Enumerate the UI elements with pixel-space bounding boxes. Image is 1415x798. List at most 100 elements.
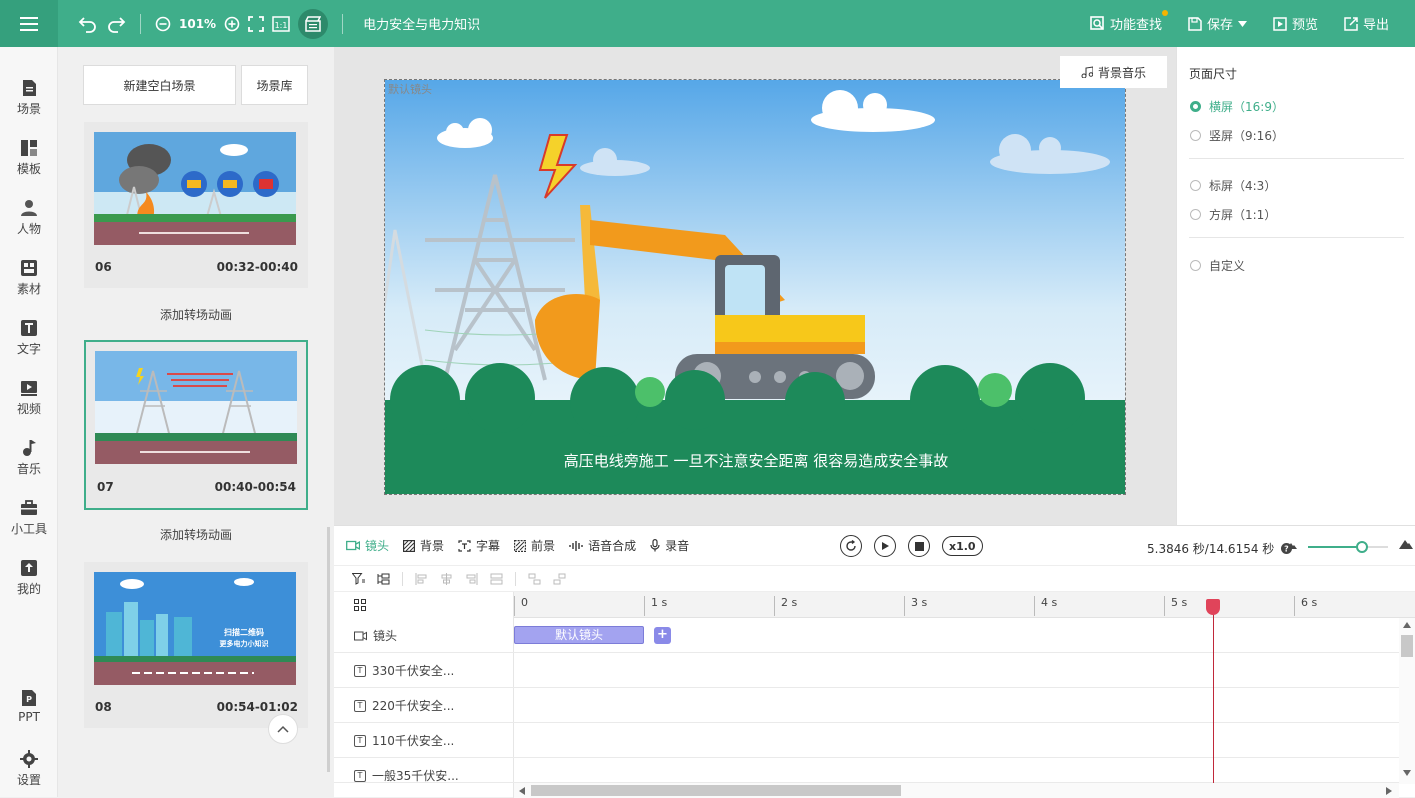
replay-button[interactable] [840,535,862,557]
scene-card-06[interactable]: 06 00:32-00:40 [84,122,308,288]
tab-voice-synthesis[interactable]: 语音合成 [569,537,636,554]
track-label: T 220千伏安全... [354,697,454,714]
scene-time-range: 00:54-01:02 [216,700,298,714]
scroll-up-arrow-icon[interactable] [1403,622,1411,628]
menu-button[interactable] [0,0,58,47]
layers-icon[interactable] [377,573,390,585]
scroll-right-arrow-icon[interactable] [1386,787,1392,795]
zoom-out-button[interactable] [155,16,171,32]
scene-library-button[interactable]: 场景库 [241,65,308,105]
zoom-in-mountain-icon[interactable] [1399,539,1413,549]
background-music-button[interactable]: 背景音乐 [1060,56,1167,88]
tab-camera[interactable]: 镜头 [346,537,389,554]
save-button[interactable]: 保存 [1188,14,1247,33]
playhead-handle[interactable] [1206,599,1220,615]
track-settings-icon[interactable] [354,599,366,611]
background-music-label: 背景音乐 [1097,65,1146,80]
preview-icon [1273,16,1287,31]
lens-clip[interactable]: 默认镜头 [514,626,644,644]
page-size-option-1-1[interactable]: 方屏（1:1） [1190,206,1276,223]
zoom-in-button[interactable] [224,16,240,32]
default-lens-label: 默认镜头 [388,83,432,96]
scrollbar-thumb[interactable] [1401,635,1413,657]
scene-card-07[interactable]: 07 00:40-00:54 [84,340,308,510]
nav-scene[interactable]: 场景 [0,79,58,117]
track-row-camera[interactable]: 镜头 默认镜头 + [334,618,1399,653]
scroll-left-arrow-icon[interactable] [519,787,525,795]
track-row-text[interactable]: T 220千伏安全... [334,688,1399,723]
track-row-text[interactable]: T 330千伏安全... [334,653,1399,688]
track-name: 110千伏安全... [372,734,455,748]
nav-music[interactable]: 音乐 [0,439,58,477]
timeline-vertical-scrollbar[interactable] [1399,618,1415,784]
ruler-tick: 1 s [644,596,667,616]
nav-text[interactable]: 文字 [0,319,58,357]
redo-button[interactable] [106,15,126,33]
preview-button[interactable]: 预览 [1273,14,1318,33]
nav-label: 素材 [16,282,41,296]
tab-subtitle[interactable]: 字幕 [458,537,500,554]
stop-button[interactable] [908,535,930,557]
actual-size-button[interactable]: 1:1 [272,15,290,32]
redo-icon [108,16,126,33]
page-size-option-9-16[interactable]: 竖屏（9:16） [1190,127,1284,144]
undo-button[interactable] [78,15,98,33]
export-button[interactable]: 导出 [1344,14,1389,33]
zoom-out-icon [155,16,171,31]
scroll-up-button[interactable] [268,714,298,744]
align-center-icon[interactable] [440,572,453,585]
clapperboard-button[interactable] [298,8,329,39]
fullscreen-button[interactable] [248,15,264,32]
scene-caption[interactable]: 高压电线旁施工 一旦不注意安全距离 很容易造成安全事故 [385,450,1125,471]
nav-material[interactable]: 素材 [0,259,58,297]
zoom-slider-handle[interactable] [1356,541,1368,553]
new-blank-scene-button[interactable]: 新建空白场景 [83,65,236,105]
scroll-down-arrow-icon[interactable] [1403,770,1411,776]
add-lens-button[interactable]: + [654,627,671,644]
thumb-title-2: 更多电力小知识 [220,639,269,648]
zoom-out-mountain-icon[interactable] [1287,542,1297,549]
time-ruler[interactable]: 0 1 s 2 s 3 s 4 s 5 s 6 s [514,592,1415,618]
feature-search-button[interactable]: 功能查找 [1090,10,1168,33]
align-left-icon[interactable] [415,572,428,585]
play-button[interactable] [874,535,896,557]
timeline-horizontal-scrollbar[interactable] [514,783,1399,798]
add-transition-link[interactable]: 添加转场动画 [84,306,308,323]
tab-recording[interactable]: 录音 [650,537,689,554]
nav-ppt[interactable]: P PPT [0,689,58,724]
distribute-icon[interactable] [490,573,503,585]
nav-video[interactable]: 视频 [0,379,58,417]
radio-circle [1190,130,1201,141]
timeline-toolbar [334,566,1415,592]
nav-label: 场景 [16,102,41,116]
nav-mine[interactable]: 我的 [0,559,58,597]
scene-panel-scrollbar[interactable] [327,527,330,772]
timeline-panel: 镜头 背景 字幕 前景 语音合成 录音 x1.0 5.3846 秒/14.615… [334,525,1415,798]
document-title[interactable]: 电力安全与电力知识 [363,14,480,33]
group-icon[interactable] [528,573,541,585]
track-row-text[interactable]: T 一般35千伏安... [334,758,1399,783]
scene-card-08[interactable]: 扫描二维码 更多电力小知识 08 00:54-01:02 [84,562,308,728]
filter-icon[interactable] [352,572,365,585]
tab-background[interactable]: 背景 [403,537,444,554]
scrollbar-thumb[interactable] [531,785,901,796]
page-size-option-16-9[interactable]: 横屏（16:9） [1190,98,1284,115]
music-icon [23,440,36,456]
speed-button[interactable]: x1.0 [942,536,983,556]
track-label: 镜头 [354,627,397,644]
toolbar-divider [402,571,403,586]
nav-person[interactable]: 人物 [0,199,58,237]
page-size-option-4-3[interactable]: 标屏（4:3） [1190,177,1276,194]
radio-circle [1190,180,1201,191]
nav-settings[interactable]: 设置 [0,750,58,788]
nav-template[interactable]: 模板 [0,139,58,177]
add-transition-link[interactable]: 添加转场动画 [84,526,308,543]
ungroup-icon[interactable] [553,573,566,585]
stage-canvas[interactable]: 默认镜头 高压电线旁施工 一旦不注意安全距离 很容易造成安全事故 [384,79,1126,495]
page-size-option-custom[interactable]: 自定义 [1190,257,1245,274]
nav-toolbox[interactable]: 小工具 [0,499,58,537]
align-right-icon[interactable] [465,572,478,585]
track-row-text[interactable]: T 110千伏安全... [334,723,1399,758]
tab-foreground[interactable]: 前景 [514,537,555,554]
radio-circle [1190,260,1201,271]
